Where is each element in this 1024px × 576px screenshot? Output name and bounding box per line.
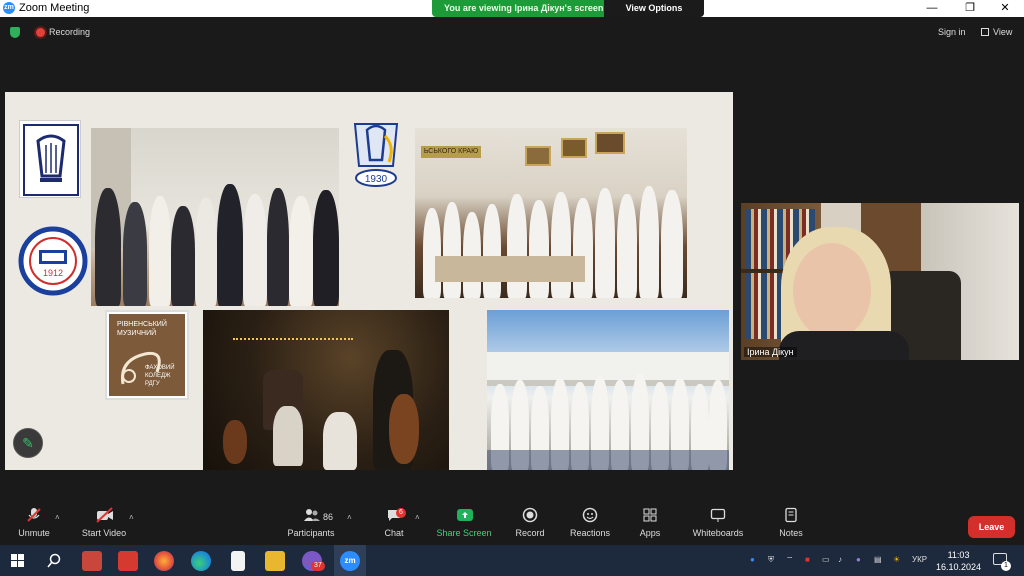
apps-label: Apps [639, 528, 661, 538]
shield-icon[interactable] [10, 27, 20, 38]
participant-name-label: Ірина Дікун [744, 347, 797, 357]
file-explorer-icon[interactable] [265, 551, 285, 571]
document-file-icon[interactable] [231, 551, 245, 571]
start-video-button[interactable]: Start Video [80, 507, 128, 538]
maximize-button[interactable]: ❐ [953, 0, 987, 17]
whiteboards-button[interactable]: Whiteboards [690, 507, 746, 538]
shared-screen: 1912 1930 ЬСЬКОГО КРАЮ РІВНЕНСЬКИЙ МУЗИЧ… [5, 92, 733, 470]
share-screen-arrow-icon [456, 507, 473, 523]
participant-video[interactable]: Ірина Дікун [741, 203, 1019, 360]
firefox-icon[interactable] [154, 551, 174, 571]
recording-icon [36, 28, 45, 37]
app-tray-icon[interactable]: ■ [805, 555, 810, 564]
windows-taskbar: 37 zm ● ⛨ ⌔ ■ ▭ ♪ ● ▤ ☀ УКР 11:03 16.10.… [0, 545, 1024, 576]
participants-icon [303, 507, 320, 523]
whiteboards-label: Whiteboards [692, 528, 744, 538]
volume-icon[interactable]: ♪ [838, 555, 842, 564]
pedagogical-university-seal-logo: 1912 [15, 226, 91, 296]
music-school-emblem-logo: 1930 [345, 116, 407, 190]
zoom-app-icon: zm [3, 2, 15, 14]
zoom-taskbar-icon: zm [340, 551, 360, 571]
start-video-label: Start Video [81, 528, 127, 538]
window-title: Zoom Meeting [19, 2, 90, 14]
zoom-tray-icon[interactable]: ● [750, 555, 755, 564]
audio-options-chevron-icon[interactable]: ˄ [55, 513, 60, 522]
reactions-label: Reactions [569, 528, 611, 538]
recording-label[interactable]: Recording [49, 27, 90, 37]
video-options-chevron-icon[interactable]: ˄ [129, 513, 134, 522]
minimize-button[interactable]: — [915, 0, 949, 17]
chat-unread-badge: 6 [396, 508, 406, 518]
seal-year: 1912 [43, 268, 63, 278]
search-icon[interactable] [46, 553, 62, 569]
windows-start-icon[interactable] [11, 554, 24, 567]
weather-tray-icon[interactable]: ☀ [893, 555, 900, 564]
share-screen-label: Share Screen [436, 528, 492, 538]
sign-in-button[interactable]: Sign in [938, 27, 966, 37]
participants-count: 86 [323, 512, 334, 522]
clock-time: 11:03 [947, 550, 970, 560]
viber-badge: 37 [311, 561, 325, 571]
close-button[interactable]: ✕ [988, 0, 1022, 17]
leave-button[interactable]: Leave [968, 516, 1015, 538]
meeting-toolbar: Unmute ˄ Start Video ˄ Participants 86 ˄… [0, 505, 1024, 545]
choir-photo-museum: ЬСЬКОГО КРАЮ [415, 128, 687, 298]
camera-off-icon [96, 507, 113, 523]
record-label: Record [515, 528, 545, 538]
notes-button[interactable]: Notes [774, 507, 808, 538]
unmute-label: Unmute [18, 528, 50, 538]
participants-chevron-icon[interactable]: ˄ [347, 513, 352, 522]
reactions-button[interactable]: Reactions [568, 507, 612, 538]
system-clock[interactable]: 11:03 16.10.2024 [936, 549, 981, 573]
clock-date: 16.10.2024 [936, 562, 982, 572]
view-options-button[interactable]: View Options [604, 0, 704, 17]
meeting-top-bar: Recording Sign in View [0, 17, 1024, 47]
battery-icon[interactable]: ▭ [822, 555, 830, 564]
group-photo-indoor [91, 128, 339, 306]
emblem-year: 1930 [365, 174, 388, 185]
antivirus-app-icon[interactable] [82, 551, 102, 571]
string-ensemble-photo [203, 310, 449, 470]
chat-chevron-icon[interactable]: ˄ [415, 513, 420, 522]
music-college-logo: РІВНЕНСЬКИЙ МУЗИЧНИЙ ФАХОВИЙ КОЛЕДЖ РДГУ [105, 310, 189, 400]
university-emblem-logo [19, 120, 81, 198]
wifi-icon[interactable]: ⌔ [786, 555, 794, 565]
view-grid-icon[interactable] [981, 28, 989, 36]
record-circle-icon [522, 507, 538, 523]
pdf-app-icon[interactable] [118, 551, 138, 571]
notes-icon [783, 507, 799, 523]
network-tray-icon[interactable]: ▤ [874, 555, 882, 564]
chat-label: Chat [384, 528, 404, 538]
notification-count-badge: 1 [1001, 561, 1011, 571]
annotate-pencil-icon[interactable]: ✎ [13, 428, 43, 458]
unmute-button[interactable]: Unmute [14, 507, 54, 538]
microphone-muted-icon [26, 507, 42, 523]
viewing-message: You are viewing Ірина Дікун's screen [444, 3, 604, 13]
view-button[interactable]: View [993, 27, 1012, 37]
whiteboard-icon [710, 507, 726, 523]
zoom-taskbar-button[interactable]: zm [334, 545, 366, 576]
viewing-banner: You are viewing Ірина Дікун's screen Vie… [432, 0, 704, 17]
edge-browser-icon[interactable] [191, 551, 211, 571]
language-indicator[interactable]: УКР [912, 555, 927, 564]
apps-grid-icon [642, 507, 658, 523]
apps-button[interactable]: Apps [634, 507, 666, 538]
security-tray-icon[interactable]: ⛨ [768, 555, 774, 565]
share-screen-button[interactable]: Share Screen [436, 507, 492, 538]
participants-label: Participants [287, 528, 335, 538]
notes-label: Notes [779, 528, 803, 538]
record-button[interactable]: Record [512, 507, 548, 538]
viber-tray-icon[interactable]: ● [856, 555, 861, 564]
choir-photo-outdoor [487, 310, 729, 470]
smiley-plus-icon [582, 507, 598, 523]
museum-board-text: ЬСЬКОГО КРАЮ [421, 146, 481, 158]
